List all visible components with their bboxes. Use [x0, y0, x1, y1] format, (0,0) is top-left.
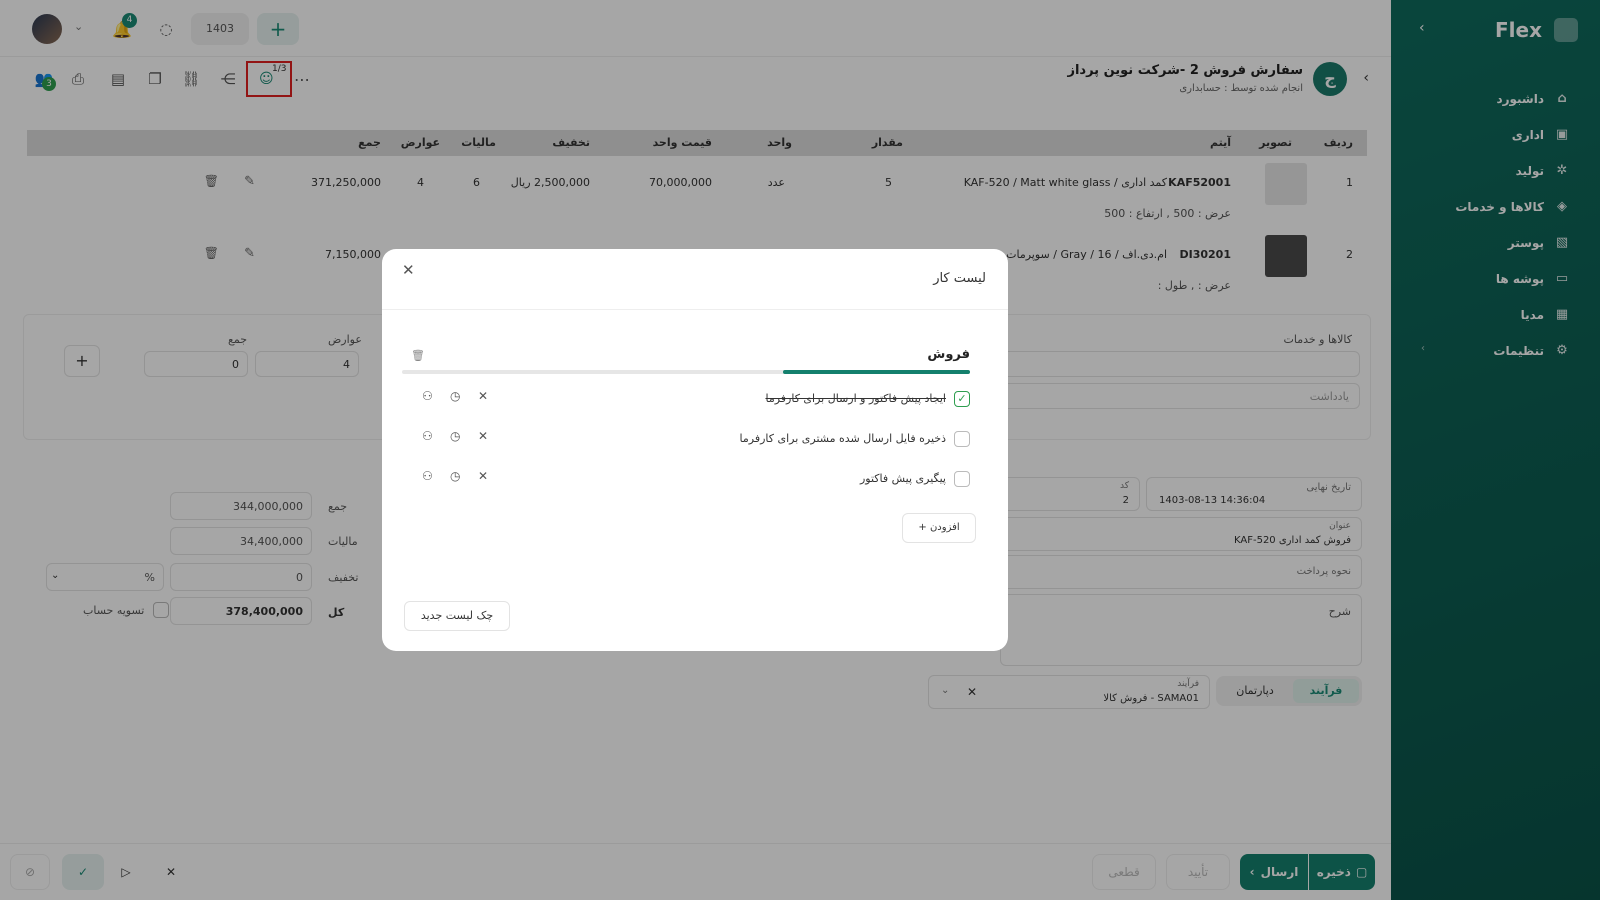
- modal-divider: [382, 309, 1008, 310]
- clock-icon[interactable]: ◷: [450, 389, 460, 403]
- item-label: ایجاد پیش فاکتور و ارسال برای کارفرما: [765, 392, 946, 405]
- clock-icon[interactable]: ◷: [450, 429, 460, 443]
- plus-icon: +: [918, 522, 927, 533]
- assign-user-icon[interactable]: ⚇: [422, 469, 433, 483]
- item-checkbox[interactable]: [954, 431, 970, 447]
- remove-icon[interactable]: ✕: [478, 429, 488, 443]
- item-checkbox[interactable]: ✓: [954, 391, 970, 407]
- item-checkbox[interactable]: [954, 471, 970, 487]
- add-item-button[interactable]: + افزودن: [902, 513, 976, 543]
- item-label: پیگیری پیش فاکتور: [859, 472, 946, 485]
- checklist-item[interactable]: پیگیری پیش فاکتور ⚇ ◷ ✕: [402, 465, 970, 493]
- new-checklist-label: چک لیست جدید: [420, 609, 494, 622]
- modal-title: لیست کار: [933, 271, 986, 286]
- assign-user-icon[interactable]: ⚇: [422, 429, 433, 443]
- checklist-name: فروش: [927, 347, 970, 362]
- clock-icon[interactable]: ◷: [450, 469, 460, 483]
- new-checklist-button[interactable]: چک لیست جدید: [404, 601, 510, 631]
- remove-icon[interactable]: ✕: [478, 469, 488, 483]
- checklist-progress-track: [402, 370, 970, 374]
- checklist-item[interactable]: ✓ ایجاد پیش فاکتور و ارسال برای کارفرما …: [402, 385, 970, 413]
- checklist-modal: ✕ لیست کار فروش 🗑 ✓ ایجاد پیش فاکتور و ا…: [382, 249, 1008, 651]
- close-icon[interactable]: ✕: [402, 261, 415, 279]
- delete-checklist-icon[interactable]: 🗑: [411, 349, 425, 362]
- checklist-progress-fill: [782, 370, 970, 374]
- assign-user-icon[interactable]: ⚇: [422, 389, 433, 403]
- remove-icon[interactable]: ✕: [478, 389, 488, 403]
- checklist-item[interactable]: ذخیره فایل ارسال شده مشتری برای کارفرما …: [402, 425, 970, 453]
- add-item-label: افزودن: [929, 522, 960, 533]
- item-label: ذخیره فایل ارسال شده مشتری برای کارفرما: [739, 432, 947, 445]
